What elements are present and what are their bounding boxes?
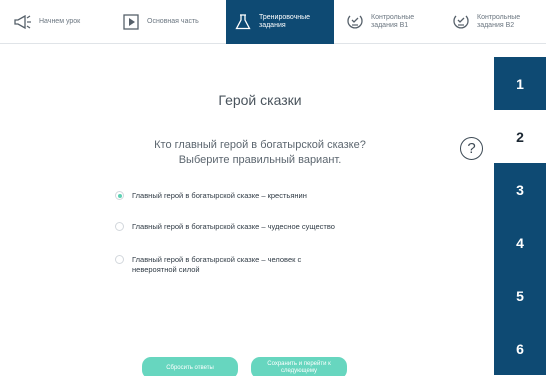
tab-label: Контрольные задания В2 — [477, 14, 521, 29]
checklist-icon — [452, 13, 470, 31]
tab-control-tasks-b2[interactable]: Контрольные задания В2 — [452, 0, 520, 44]
step-5[interactable]: 5 — [494, 269, 546, 322]
reset-answers-button[interactable]: Сбросить ответы — [142, 357, 238, 376]
tab-label: Контрольные задания В1 — [371, 14, 415, 29]
checklist-icon — [346, 13, 364, 31]
tab-label: Начнем урок — [39, 18, 81, 25]
step-1[interactable]: 1 — [494, 57, 546, 110]
option-label: Главный герой в богатырской сказке – чел… — [132, 255, 302, 274]
play-icon — [122, 13, 140, 31]
radio-button[interactable] — [115, 191, 124, 200]
question-mark-icon: ? — [467, 140, 476, 157]
step-4[interactable]: 4 — [494, 216, 546, 269]
megaphone-icon — [14, 13, 32, 31]
save-and-next-button[interactable]: Сохранить и перейти к следующему — [251, 357, 347, 376]
step-sidebar: 1 2 3 4 5 6 — [494, 57, 546, 376]
answer-option[interactable]: Главный герой в богатырской сказке – чел… — [115, 255, 385, 275]
option-label: Главный герой в богатырской сказке – кре… — [132, 191, 307, 200]
tab-control-tasks-b1[interactable]: Контрольные задания В1 — [346, 0, 414, 44]
step-6[interactable]: 6 — [494, 322, 546, 375]
radio-button[interactable] — [115, 222, 124, 231]
task-question: Кто главный герой в богатырской сказке? … — [154, 139, 366, 166]
tab-start-lesson[interactable]: Начнем урок — [14, 0, 80, 44]
option-label: Главный герой в богатырской сказке – чуд… — [132, 222, 335, 231]
step-2[interactable]: 2 — [494, 110, 546, 163]
task-title: Герой сказки — [218, 92, 302, 108]
flask-icon — [234, 13, 252, 31]
answer-option[interactable]: Главный герой в богатырской сказке – чуд… — [115, 222, 385, 232]
tab-label: Основная часть — [147, 18, 199, 25]
top-navigation: Начнем урок Основная часть Тренировочные… — [0, 0, 546, 44]
tab-main-part[interactable]: Основная часть — [122, 0, 199, 44]
tab-training-tasks[interactable]: Тренировочные задания — [226, 0, 334, 44]
help-button[interactable]: ? — [460, 137, 483, 160]
answer-option[interactable]: Главный герой в богатырской сказке – кре… — [115, 191, 385, 201]
step-3[interactable]: 3 — [494, 163, 546, 216]
radio-button[interactable] — [115, 255, 124, 264]
tab-label: Тренировочные задания — [259, 14, 311, 29]
